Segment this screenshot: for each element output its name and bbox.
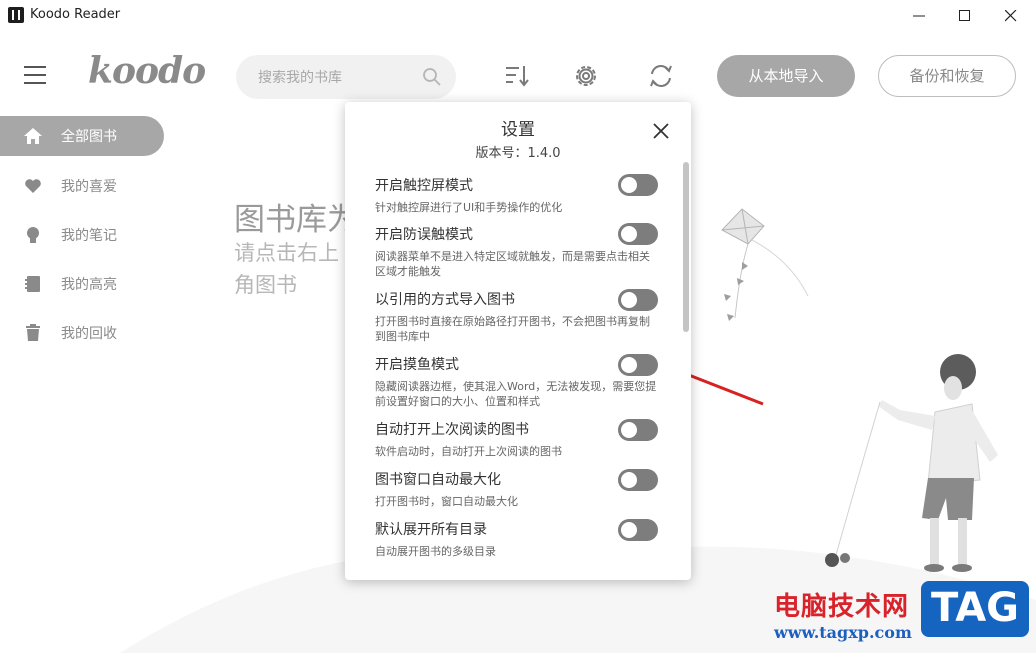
- close-icon: [1005, 10, 1017, 22]
- sidebar-item-trash[interactable]: 我的回收: [0, 313, 164, 353]
- minimize-icon: [913, 15, 925, 17]
- empty-library-hint: 请点击右上角图书: [234, 241, 339, 297]
- empty-library-title: 图书库为: [234, 202, 358, 238]
- version-label: 版本号：1.4.0: [475, 146, 561, 161]
- setting-description: 阅读器菜单不是进入特定区域就触发，而是需要点击相关区域才能触发: [375, 250, 650, 278]
- sidebar-item-label: 我的回收: [61, 326, 117, 342]
- heart-icon: [25, 179, 41, 193]
- sync-icon[interactable]: [647, 62, 675, 90]
- maximize-button[interactable]: [942, 0, 988, 32]
- sidebar-item-label: 我的笔记: [61, 228, 117, 244]
- sidebar-item-notes[interactable]: 我的笔记: [0, 215, 164, 255]
- app-icon: [8, 7, 24, 23]
- sidebar-item-label: 我的喜爱: [61, 179, 117, 195]
- backup-restore-button[interactable]: 备份和恢复: [878, 55, 1016, 97]
- search-box: [236, 55, 456, 99]
- setting-description: 隐藏阅读器边框，使其混入Word，无法被发现，需要您提前设置好窗口的大小、位置和…: [375, 380, 657, 408]
- person-illustration: [825, 354, 998, 572]
- sidebar-item-highlights[interactable]: 我的高亮: [0, 264, 164, 304]
- search-icon[interactable]: [422, 67, 442, 87]
- toggle-auto-open-last-book[interactable]: [618, 419, 658, 441]
- search-input[interactable]: [256, 66, 420, 90]
- import-local-button[interactable]: 从本地导入: [717, 55, 855, 97]
- minimize-button[interactable]: [896, 0, 942, 32]
- title-bar: [0, 0, 1036, 32]
- watermark-tag-text: TAG: [931, 585, 1019, 631]
- watermark-tag-logo: TAG: [921, 581, 1029, 637]
- toggle-touch-mode[interactable]: [618, 174, 658, 196]
- window-title: Koodo Reader: [30, 7, 121, 22]
- home-icon: [24, 128, 42, 144]
- menu-icon[interactable]: [24, 66, 46, 86]
- toggle-stealth-mode[interactable]: [618, 354, 658, 376]
- settings-dialog: 设置 版本号：1.4.0 开启触控屏模式 针对触控屏进行了UI和手势操作的优化 …: [345, 102, 691, 580]
- sidebar-item-label: 全部图书: [61, 129, 117, 145]
- setting-description: 针对触控屏进行了UI和手势操作的优化: [375, 201, 563, 214]
- toggle-anti-mistouch[interactable]: [618, 223, 658, 245]
- app-logo: koodo: [88, 50, 206, 92]
- setting-description: 自动展开图书的多级目录: [375, 545, 496, 558]
- bulb-icon: [27, 227, 39, 243]
- sort-icon[interactable]: [503, 62, 531, 90]
- sidebar-item-all-books[interactable]: 全部图书: [0, 116, 164, 156]
- settings-title: 设置: [501, 120, 535, 140]
- toggle-import-by-reference[interactable]: [618, 289, 658, 311]
- watermark-site-name: 电脑技术网: [774, 592, 910, 622]
- close-window-button[interactable]: [988, 0, 1034, 32]
- sidebar-item-label: 我的高亮: [61, 277, 117, 293]
- sidebar-item-favorites[interactable]: 我的喜爱: [0, 166, 164, 206]
- setting-description: 打开图书时，窗口自动最大化: [375, 495, 518, 508]
- watermark-url: www.tagxp.com: [774, 623, 912, 642]
- maximize-icon: [959, 10, 970, 21]
- trash-icon: [26, 324, 40, 341]
- notebook-icon: [25, 276, 40, 292]
- toggle-auto-maximize[interactable]: [618, 469, 658, 491]
- toggle-expand-all-toc[interactable]: [618, 519, 658, 541]
- kite-illustration: [721, 208, 809, 321]
- setting-description: 软件启动时，自动打开上次阅读的图书: [375, 445, 562, 458]
- close-icon[interactable]: [651, 121, 671, 141]
- settings-gear-icon[interactable]: [572, 62, 600, 90]
- scrollbar-thumb[interactable]: [683, 162, 689, 332]
- setting-description: 打开图书时直接在原始路径打开图书，不会把图书再复制到图书库中: [375, 315, 650, 343]
